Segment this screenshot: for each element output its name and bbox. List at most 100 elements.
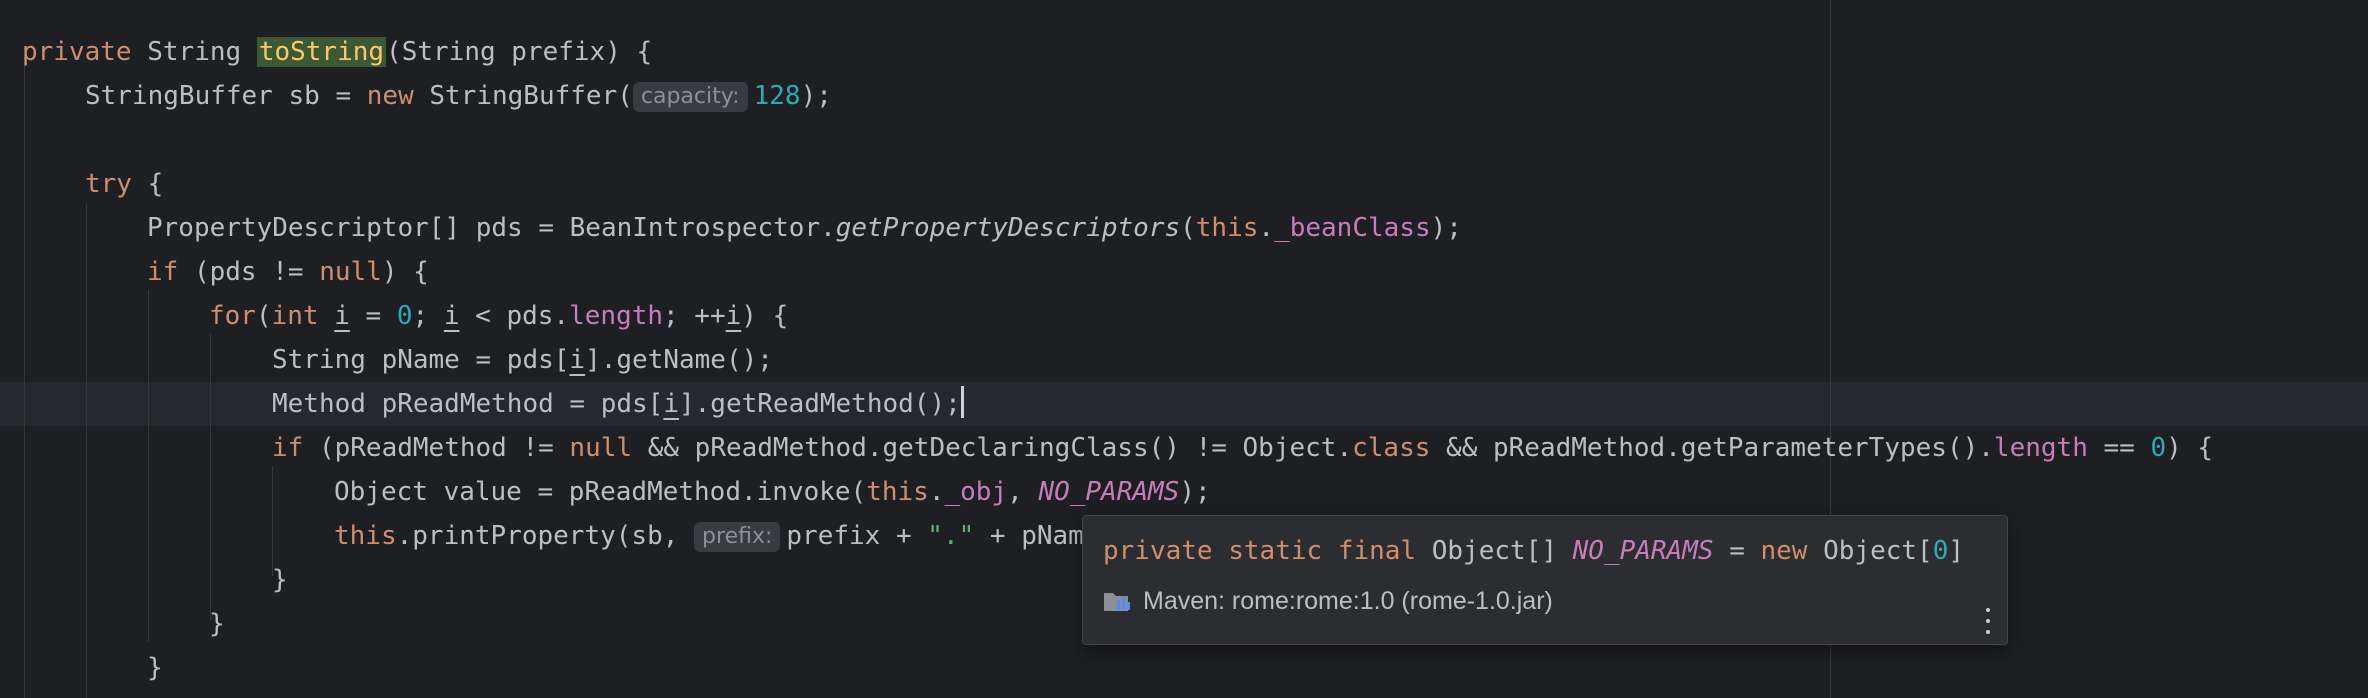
library-source-label: Maven: rome:rome:1.0 (rome-1.0.jar) <box>1143 586 1553 615</box>
keyword: if <box>147 257 179 287</box>
code-line-8[interactable]: String pName = pds[i].getName(); <box>272 338 773 382</box>
code-text: ( <box>1180 213 1196 243</box>
code-line-11[interactable]: Object value = pReadMethod.invoke(this._… <box>334 470 1211 514</box>
keyword: private <box>1103 536 1213 566</box>
keyword: this <box>866 477 929 507</box>
code-text: StringBuffer( <box>413 81 633 111</box>
code-text: , <box>1007 477 1039 507</box>
code-text: ) { <box>381 257 429 287</box>
keyword: try <box>85 169 132 199</box>
code-text: ); <box>1430 213 1462 243</box>
keyword: new <box>1760 536 1808 566</box>
indent-guide <box>210 334 211 620</box>
number-literal: 128 <box>753 81 801 111</box>
field-name: length <box>569 301 663 331</box>
number-literal: 0 <box>1932 536 1949 566</box>
field-name: _beanClass <box>1274 213 1431 243</box>
code-text: == <box>2087 433 2151 463</box>
variable-i: i <box>569 345 586 375</box>
indent-guide <box>24 58 25 698</box>
code-text: . <box>1258 213 1275 243</box>
type-name: Object[] <box>1431 536 1557 566</box>
code-text: { <box>131 169 164 199</box>
text-caret <box>960 386 964 418</box>
code-line-10[interactable]: if (pReadMethod != null && pReadMethod.g… <box>272 426 2213 470</box>
field-name: _obj <box>944 477 1008 507</box>
code-text: } <box>272 565 288 595</box>
method-name-highlight: toString <box>256 37 387 67</box>
code-text: ].getReadMethod(); <box>679 389 961 419</box>
code-line-1[interactable]: private String toString(String prefix) { <box>22 30 652 74</box>
keyword: null <box>569 433 633 463</box>
library-source[interactable]: Maven: rome:rome:1.0 (rome-1.0.jar) <box>1103 584 1553 618</box>
code-text: ( <box>255 301 272 331</box>
code-text: ) { <box>2166 433 2214 463</box>
code-text: (pReadMethod != <box>303 433 570 463</box>
variable-i: i <box>663 389 679 419</box>
code-text: ; <box>412 301 444 331</box>
code-text: ].getName(); <box>585 345 773 375</box>
keyword: if <box>272 433 304 463</box>
library-icon <box>1103 589 1133 613</box>
code-text: ); <box>1179 477 1211 507</box>
keyword: int <box>271 301 319 331</box>
code-line-5[interactable]: PropertyDescriptor[] pds = BeanIntrospec… <box>147 206 1462 250</box>
keyword: for <box>209 301 256 331</box>
static-method-call: getPropertyDescriptors <box>835 213 1181 243</box>
code-text: (String prefix) { <box>386 37 653 67</box>
indent-guide <box>86 204 87 698</box>
quick-documentation-popup[interactable]: private static final Object[] NO_PARAMS … <box>1082 515 2008 645</box>
code-line-9[interactable]: Method pReadMethod = pds[i].getReadMetho… <box>272 382 964 426</box>
code-text: Object value = pReadMethod.invoke( <box>334 477 867 507</box>
variable-i: i <box>443 301 460 331</box>
type-name: String <box>147 37 242 67</box>
code-text: && pReadMethod.getParameterTypes(). <box>1430 433 1994 463</box>
keyword: this <box>1195 213 1259 243</box>
code-text: ; ++ <box>663 301 726 331</box>
code-text: String pName = pds[ <box>272 345 570 375</box>
variable-i: i <box>334 301 350 331</box>
code-line-6[interactable]: if (pds != null) { <box>147 250 429 294</box>
number-literal: 0 <box>396 301 413 331</box>
code-line-2[interactable]: StringBuffer sb = new StringBuffer(capac… <box>85 74 832 118</box>
keyword: this <box>334 521 397 551</box>
string-literal: "." <box>927 521 975 551</box>
static-field-name: NO_PARAMS <box>1572 536 1714 566</box>
keyword: class <box>1352 433 1431 463</box>
field-name: length <box>1993 433 2088 463</box>
code-text: && pReadMethod.getDeclaringClass() != Ob… <box>632 433 1353 463</box>
code-text: ) { <box>741 301 789 331</box>
code-text: . <box>928 477 945 507</box>
keyword: final <box>1337 536 1417 566</box>
code-text: StringBuffer sb = <box>85 81 367 111</box>
number-literal: 0 <box>2150 433 2167 463</box>
code-line-12[interactable]: this.printProperty(sb, prefix: prefix + "… <box>334 514 1084 558</box>
keyword: new <box>366 81 414 111</box>
code-text: ); <box>800 81 832 111</box>
code-text: } <box>209 609 225 639</box>
static-field-name: NO_PARAMS <box>1038 477 1180 507</box>
code-line-4[interactable]: try { <box>85 162 163 206</box>
code-text: = <box>349 301 397 331</box>
code-text: prefix + <box>786 521 928 551</box>
code-text: } <box>147 653 163 683</box>
code-line-7[interactable]: for(int i = 0; i < pds.length; ++i) { <box>209 294 788 338</box>
code-text: .printProperty(sb, <box>396 521 695 551</box>
code-text: PropertyDescriptor[] pds = BeanIntrospec… <box>147 213 836 243</box>
code-line-13[interactable]: } <box>272 558 288 602</box>
variable-i: i <box>725 301 742 331</box>
keyword: null <box>319 257 382 287</box>
code-text: + pNam <box>974 521 1084 551</box>
code-line-14[interactable]: } <box>209 602 225 646</box>
type-name: Object[ <box>1823 536 1933 566</box>
code-text: (pds != <box>178 257 320 287</box>
keyword: static <box>1228 536 1323 566</box>
code-line-15[interactable]: } <box>147 646 163 690</box>
code-text: < pds. <box>459 301 570 331</box>
operator: = <box>1729 536 1745 566</box>
more-options-icon[interactable] <box>1985 608 1991 634</box>
keyword: private <box>22 37 132 67</box>
code-text: ] <box>1948 536 1965 566</box>
parameter-hint: capacity: <box>632 82 748 112</box>
